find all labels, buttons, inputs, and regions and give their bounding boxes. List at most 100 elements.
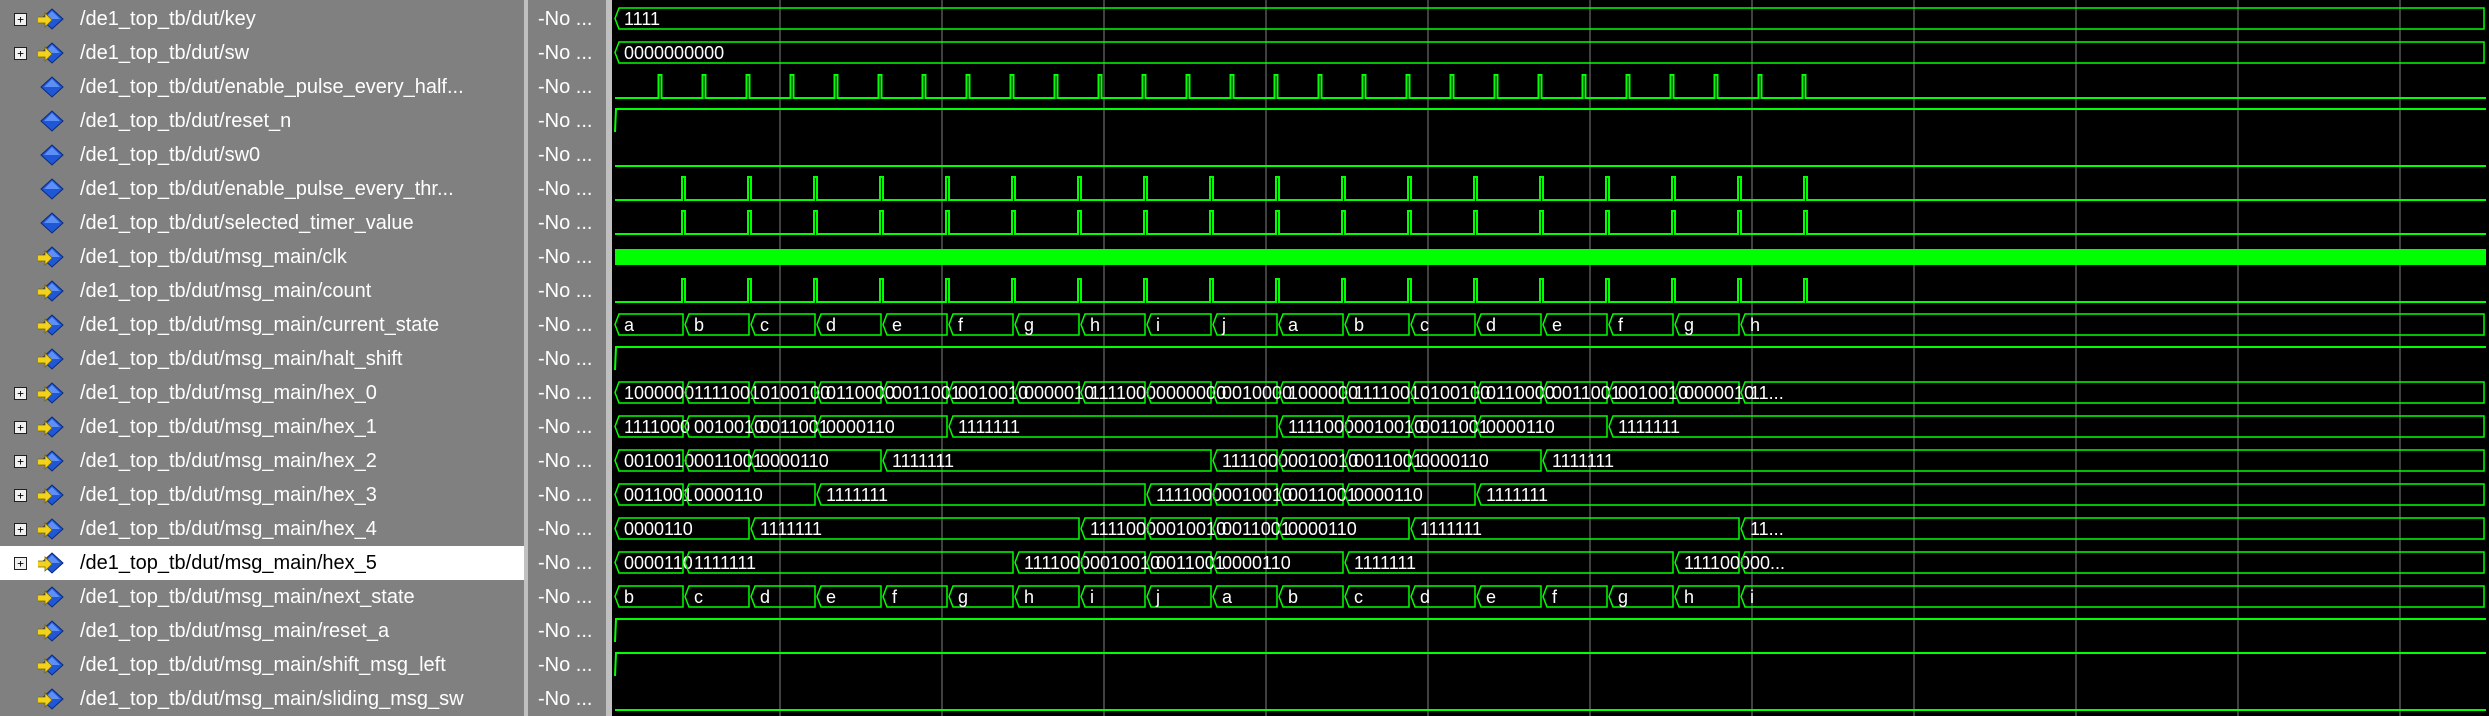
bus-value-label: 1111000 [1222, 451, 1288, 471]
signal-value: -No ... [538, 483, 593, 506]
bus-value-label: 0011001 [624, 485, 693, 505]
signal-value-row[interactable]: -No ... [528, 444, 606, 478]
signal-row[interactable]: + /de1_top_tb/dut/msg_main/hex_0 [0, 376, 524, 410]
signal-value: -No ... [538, 517, 593, 540]
bus-value-label: 0000110 [1354, 485, 1423, 505]
bus-value-label: i [1090, 587, 1094, 607]
signal-name: /de1_top_tb/dut/msg_main/sliding_msg_sw [80, 687, 464, 710]
bus-segment [1542, 449, 2485, 472]
bus-value-label: g [1024, 315, 1034, 335]
signal-value-pane[interactable]: -No ... -No ... -No ... -No ... -No ... -No .… [528, 0, 606, 716]
signal-row[interactable]: + /de1_top_tb/dut/msg_main/hex_2 [0, 444, 524, 478]
signal-value-row[interactable]: -No ... [528, 2, 606, 36]
bus-segment [1608, 415, 2485, 438]
signal-row[interactable]: /de1_top_tb/dut/msg_main/shift_msg_left [0, 648, 524, 682]
signal-value-row[interactable]: -No ... [528, 682, 606, 716]
signal-row[interactable]: + /de1_top_tb/dut/msg_main/hex_4 [0, 512, 524, 546]
expand-plus-icon[interactable]: + [14, 522, 27, 536]
bus-value-label: 11... [1750, 383, 1784, 403]
signal-value-row[interactable]: -No ... [528, 648, 606, 682]
waveform-pane[interactable]: 11110000000000a b c d e f g h i j a b c d e f g h1000000 1… [612, 0, 2489, 716]
signal-value-row[interactable]: -No ... [528, 580, 606, 614]
signal-row[interactable]: /de1_top_tb/dut/msg_main/current_state [0, 308, 524, 342]
bus-value-label: 0000110 [1486, 417, 1555, 437]
signal-row[interactable]: /de1_top_tb/dut/sw0 [0, 138, 524, 172]
expand-plus-icon[interactable]: + [14, 488, 27, 502]
signal-name: /de1_top_tb/dut/enable_pulse_every_half.… [80, 75, 464, 98]
signal-value-row[interactable]: -No ... [528, 376, 606, 410]
arrow-diamond-icon [35, 654, 66, 676]
signal-row[interactable]: /de1_top_tb/dut/msg_main/halt_shift [0, 342, 524, 376]
bus-value-label: 0000110 [624, 553, 693, 573]
signal-row[interactable]: /de1_top_tb/dut/reset_n [0, 104, 524, 138]
signal-value-row[interactable]: -No ... [528, 342, 606, 376]
signal-value-row[interactable]: -No ... [528, 512, 606, 546]
bus-value-label: e [1552, 315, 1562, 335]
signal-name: /de1_top_tb/dut/enable_pulse_every_thr..… [80, 177, 454, 200]
bus-value-label: 0000110 [694, 485, 763, 505]
signal-value-row[interactable]: -No ... [528, 70, 606, 104]
signal-value-row[interactable]: -No ... [528, 308, 606, 342]
expand-plus-icon[interactable]: + [14, 46, 27, 60]
signal-name: /de1_top_tb/dut/msg_main/hex_5 [80, 551, 377, 574]
signal-value: -No ... [538, 177, 593, 200]
bus-value-label: g [1618, 587, 1628, 607]
signal-value-row[interactable]: -No ... [528, 410, 606, 444]
signal-row[interactable]: /de1_top_tb/dut/msg_main/sliding_msg_sw [0, 682, 524, 716]
signal-value: -No ... [538, 551, 593, 574]
bus-value-label: 1111001 [694, 383, 760, 403]
signal-value-row[interactable]: -No ... [528, 274, 606, 308]
signal-value: -No ... [538, 109, 593, 132]
signal-row[interactable]: /de1_top_tb/dut/enable_pulse_every_half.… [0, 70, 524, 104]
signal-value-row[interactable]: -No ... [528, 138, 606, 172]
bus-value-label: d [760, 587, 770, 607]
bus-value-label: e [826, 587, 836, 607]
bus-value-label: f [958, 315, 964, 335]
wave-trace [614, 652, 2486, 677]
bus-segment [1740, 313, 2485, 336]
bus-value-label: 0011001 [892, 383, 961, 403]
wave-trace [614, 108, 2486, 133]
signal-name-pane[interactable]: + /de1_top_tb/dut/key + /de1_top_tb/dut/sw /… [0, 0, 524, 716]
signal-value-row[interactable]: -No ... [528, 104, 606, 138]
bus-segment [1740, 517, 2485, 540]
bus-value-label: f [892, 587, 898, 607]
signal-value-row[interactable]: -No ... [528, 240, 606, 274]
expand-plus-icon[interactable]: + [14, 556, 27, 570]
signal-row[interactable]: /de1_top_tb/dut/msg_main/clk [0, 240, 524, 274]
signal-name: /de1_top_tb/dut/key [80, 7, 256, 30]
expand-plus-icon[interactable]: + [14, 12, 27, 26]
signal-row[interactable]: + /de1_top_tb/dut/key [0, 2, 524, 36]
signal-name: /de1_top_tb/dut/msg_main/hex_1 [80, 415, 377, 438]
signal-value-row[interactable]: -No ... [528, 36, 606, 70]
signal-row[interactable]: /de1_top_tb/dut/enable_pulse_every_thr..… [0, 172, 524, 206]
signal-value-row[interactable]: -No ... [528, 478, 606, 512]
signal-row[interactable]: /de1_top_tb/dut/selected_timer_value [0, 206, 524, 240]
signal-value: -No ... [538, 41, 593, 64]
signal-row[interactable]: + /de1_top_tb/dut/msg_main/hex_1 [0, 410, 524, 444]
signal-value-row[interactable]: -No ... [528, 206, 606, 240]
signal-value: -No ... [538, 143, 593, 166]
signal-row[interactable]: /de1_top_tb/dut/msg_main/next_state [0, 580, 524, 614]
expand-plus-icon[interactable]: + [14, 386, 27, 400]
wave-trace [614, 346, 2486, 371]
signal-row[interactable]: /de1_top_tb/dut/msg_main/reset_a [0, 614, 524, 648]
expand-plus-icon[interactable]: + [14, 454, 27, 468]
signal-row[interactable]: + /de1_top_tb/dut/msg_main/hex_3 [0, 478, 524, 512]
bus-value-label: 1000000 [624, 383, 694, 403]
signal-value-row[interactable]: -No ... [528, 614, 606, 648]
signal-name: /de1_top_tb/dut/msg_main/hex_3 [80, 483, 377, 506]
signal-value-row[interactable]: -No ... [528, 172, 606, 206]
signal-row[interactable]: + /de1_top_tb/dut/msg_main/hex_5 [0, 546, 524, 580]
signal-row[interactable]: + /de1_top_tb/dut/sw [0, 36, 524, 70]
signal-name: /de1_top_tb/dut/msg_main/count [80, 279, 372, 302]
bus-value-label: f [1552, 587, 1558, 607]
bus-value-label: 1111000 [1090, 383, 1156, 403]
signal-row[interactable]: /de1_top_tb/dut/msg_main/count [0, 274, 524, 308]
signal-value: -No ... [538, 211, 593, 234]
signal-value: -No ... [538, 687, 593, 710]
signal-value: -No ... [538, 415, 593, 438]
bus-value-label: 1111111 [958, 417, 1020, 437]
expand-plus-icon[interactable]: + [14, 420, 27, 434]
signal-value-row[interactable]: -No ... [528, 546, 606, 580]
